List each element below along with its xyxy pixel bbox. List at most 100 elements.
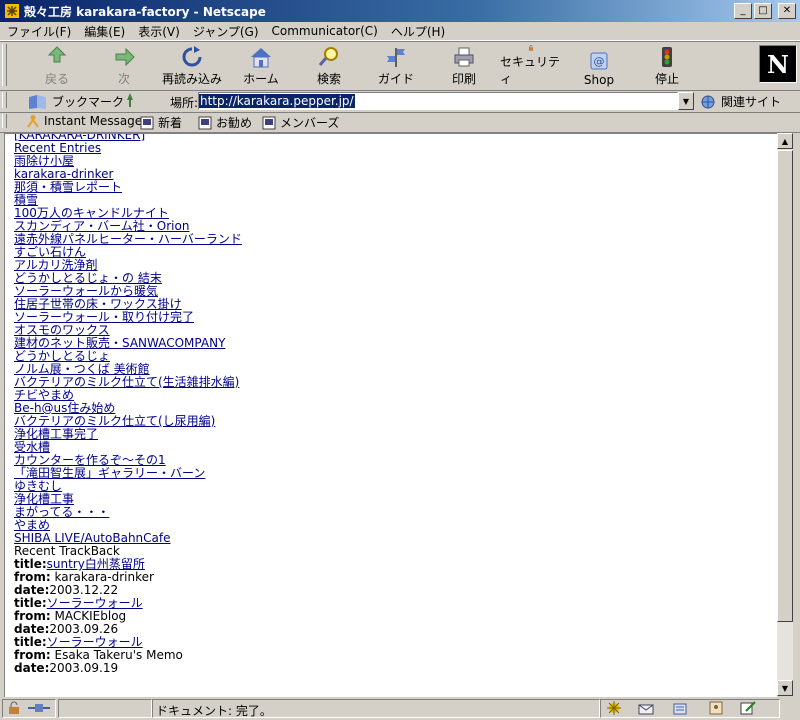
window-title: 殻々工房 karakara-factory - Netscape <box>24 4 266 19</box>
guide-button[interactable]: ガイド <box>377 45 415 87</box>
address-book-icon[interactable] <box>708 700 724 716</box>
bookmark-page-icon <box>198 116 212 129</box>
url-field[interactable]: http://karakara.pepper.jp/ <box>198 92 678 110</box>
entry-link[interactable]: オスモのワックス <box>14 323 110 337</box>
navigation-toolbar: 戻る 次 再読み込み ホーム 検索 ガイド 印刷 セキュリティ @ Shop 停… <box>0 41 800 91</box>
menu-view[interactable]: 表示(V) <box>131 23 186 40</box>
title-bar: 殻々工房 karakara-factory - Netscape _ □ ✕ <box>0 0 800 22</box>
entry-link[interactable]: Be-h@us住み始め <box>14 401 115 415</box>
forward-button[interactable]: 次 <box>105 45 143 87</box>
shop-button[interactable]: @ Shop <box>580 45 618 87</box>
trackback-title-value[interactable]: ソーラーウォール <box>47 635 143 649</box>
entry-link[interactable]: karakara-drinker <box>14 167 113 181</box>
entry-link[interactable]: 浄化槽工事 <box>14 492 74 506</box>
page-proxy-icon[interactable] <box>122 92 138 108</box>
trackback-date-value: 2003.09.19 <box>49 661 119 675</box>
page-content: [KARAKARA-DRINKER] Recent Entries 雨除け小屋 k… <box>4 133 777 697</box>
bookmark-page-icon <box>140 116 154 129</box>
url-text: http://karakara.pepper.jp/ <box>199 94 355 108</box>
vertical-scrollbar[interactable]: ▲ ▼ <box>777 133 793 696</box>
entry-link[interactable]: 浄化槽工事完了 <box>14 427 98 441</box>
menu-file[interactable]: ファイル(F) <box>0 23 77 40</box>
entry-link[interactable]: 住居子世帯の床・ワックス掛け <box>14 297 182 311</box>
related-sites-button[interactable]: 関連サイト <box>700 93 781 110</box>
home-icon <box>251 48 271 68</box>
entry-link[interactable]: バクテリアのミルク仕立て(生活雑排水編) <box>14 375 239 389</box>
entry-link[interactable]: 積雪 <box>14 193 38 207</box>
toolbar-grip[interactable] <box>2 44 7 86</box>
entry-link[interactable]: ゆきむし <box>14 479 62 493</box>
entry-link[interactable]: 遠赤外線パネルヒーター・ハーバーランド <box>14 232 242 246</box>
trackback-date-label: date: <box>14 583 50 597</box>
search-button[interactable]: 検索 <box>310 45 348 87</box>
recent-entries-heading[interactable]: Recent Entries <box>14 141 101 155</box>
entry-link[interactable]: どうかしとるじょ <box>14 349 110 363</box>
guide-icon <box>387 48 405 67</box>
entry-link[interactable]: 「滝田智生展」ギャラリー・バーン <box>14 466 205 480</box>
entry-link[interactable]: バクテリアのミルク仕立て(し尿用編) <box>14 414 215 428</box>
list-item: 那須・積雪レポート <box>14 181 242 194</box>
mail-icon[interactable] <box>638 700 654 716</box>
entry-link[interactable]: 建材のネット販売・SANWACOMPANY <box>14 336 225 350</box>
scroll-thumb[interactable] <box>777 150 793 622</box>
recommend-button[interactable]: お勧め <box>198 114 252 131</box>
scroll-up-button[interactable]: ▲ <box>777 133 793 149</box>
forward-icon <box>115 47 135 67</box>
entry-link[interactable]: チビやまめ <box>14 388 74 402</box>
trackback-title-label: title: <box>14 635 47 649</box>
reload-button[interactable]: 再読み込み <box>160 45 224 87</box>
stop-icon <box>662 47 672 67</box>
scroll-down-button[interactable]: ▼ <box>777 680 793 696</box>
entry-link[interactable]: やまめ <box>14 518 50 532</box>
composer-icon[interactable] <box>740 700 756 716</box>
netscape-logo[interactable]: N <box>759 45 797 83</box>
personal-grip[interactable] <box>2 114 7 128</box>
security-button[interactable]: セキュリティ <box>500 45 562 87</box>
home-button[interactable]: ホーム <box>242 45 280 87</box>
menu-bar: ファイル(F) 編集(E) 表示(V) ジャンプ(G) Communicator… <box>0 22 800 41</box>
newsgroup-icon[interactable] <box>672 700 688 716</box>
entry-link[interactable]: カウンターを作るぞ〜その1 <box>14 453 166 467</box>
trackback-title-value[interactable]: ソーラーウォール <box>47 596 143 610</box>
back-button[interactable]: 戻る <box>38 45 76 87</box>
entry-link[interactable]: ノルム展・つくば 美術館 <box>14 362 150 376</box>
bookmark-page-icon <box>262 116 276 129</box>
entry-link[interactable]: スカンディア・バーム社・Orion <box>14 219 189 233</box>
minimize-button[interactable]: _ <box>734 3 752 19</box>
members-button[interactable]: メンバーズ <box>262 114 339 131</box>
bookmarks-button[interactable]: ブックマーク <box>28 93 124 110</box>
menu-edit[interactable]: 編集(E) <box>77 23 131 40</box>
entry-link[interactable]: 那須・積雪レポート <box>14 180 122 194</box>
close-button[interactable]: ✕ <box>778 3 796 19</box>
entry-link[interactable]: まがってる・・・ <box>14 505 109 519</box>
menu-help[interactable]: ヘルプ(H) <box>384 23 451 40</box>
stop-button[interactable]: 停止 <box>648 45 686 87</box>
status-bar: ドキュメント: 完了。 <box>0 697 800 720</box>
entry-link[interactable]: 100万人のキャンドルナイト <box>14 206 169 220</box>
entry-link[interactable]: SHIBA LIVE/AutoBahnCafe <box>14 531 171 545</box>
entry-link[interactable]: 受水槽 <box>14 440 50 454</box>
menu-go[interactable]: ジャンプ(G) <box>186 23 265 40</box>
trackback-date-value: 2003.09.26 <box>49 622 119 636</box>
entry-link[interactable]: 雨除け小屋 <box>14 154 74 168</box>
location-label: 場所: <box>170 96 199 110</box>
instant-message-button[interactable]: Instant Message <box>26 114 142 128</box>
entry-link[interactable]: ソーラーウォール・取り付け完了 <box>14 310 194 324</box>
trackback-title-value[interactable]: suntry白州蒸留所 <box>47 557 145 571</box>
entry-link[interactable]: ソーラーウォールから暖気 <box>14 284 158 298</box>
menu-communicator[interactable]: Communicator(C) <box>265 24 384 38</box>
entry-link[interactable]: どうかしとるじょ・の 結末 <box>14 271 162 285</box>
entry-link[interactable]: アルカリ洗浄剤 <box>14 258 98 272</box>
app-icon <box>5 4 19 18</box>
security-icon <box>528 45 534 51</box>
trackback-from-value: MACKIEblog <box>54 609 127 623</box>
print-button[interactable]: 印刷 <box>445 45 483 87</box>
navigator-icon[interactable] <box>606 700 622 716</box>
entry-link[interactable]: すごい石けん <box>14 245 86 259</box>
maximize-button[interactable]: □ <box>754 3 772 19</box>
security-status[interactable] <box>2 699 56 718</box>
trackback-from-label: from: <box>14 570 51 584</box>
new-button[interactable]: 新着 <box>140 114 182 131</box>
url-dropdown-button[interactable]: ▼ <box>678 92 694 110</box>
location-grip[interactable] <box>2 92 7 108</box>
